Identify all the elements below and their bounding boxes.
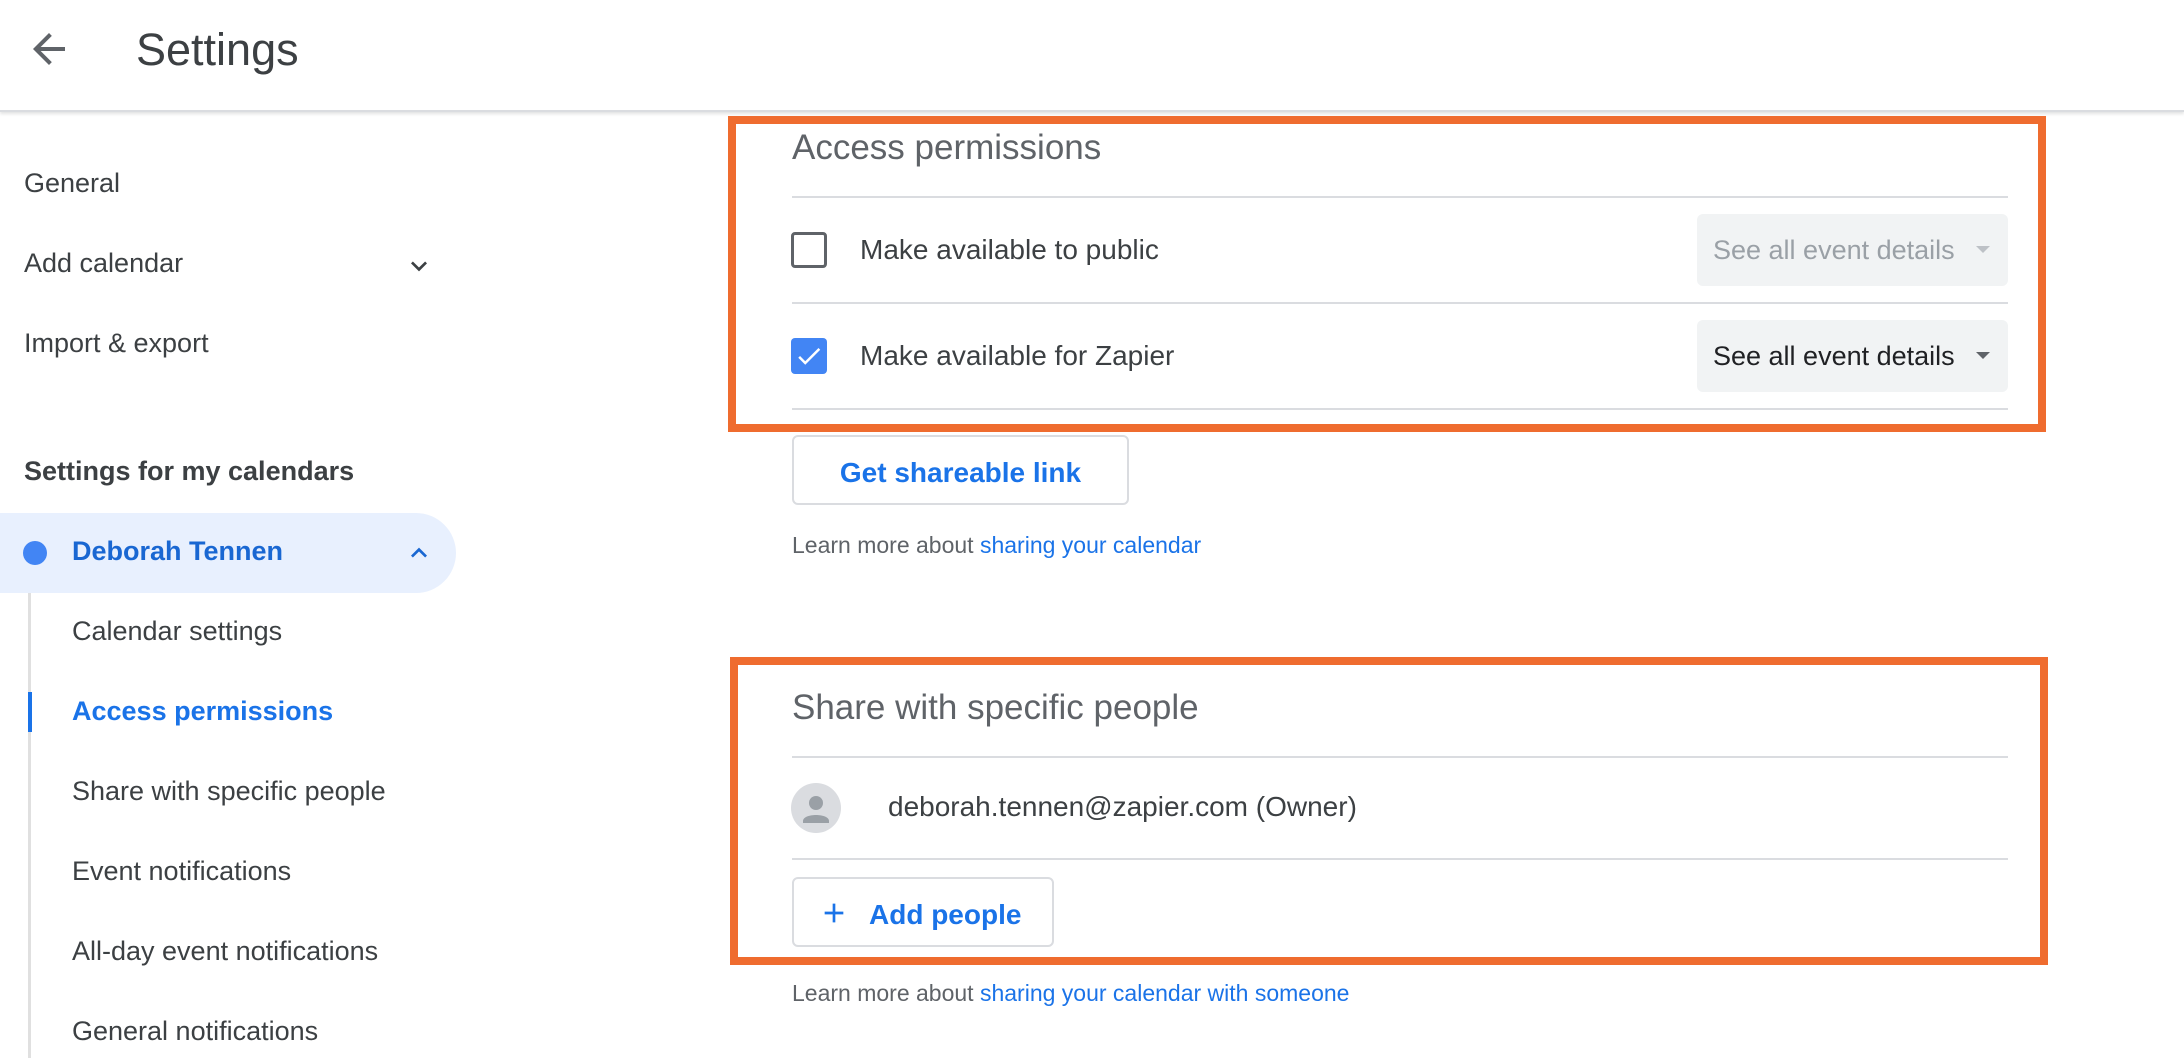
public-label: Make available to public <box>860 234 1159 265</box>
subnav-access-permissions[interactable]: Access permissions <box>72 696 333 727</box>
sidebar-item-add-calendar[interactable]: Add calendar <box>24 248 183 279</box>
divider <box>792 196 2008 198</box>
zapier-permission-value: See all event details <box>1713 341 1955 371</box>
sidebar-item-general[interactable]: General <box>24 168 120 199</box>
add-people-label: Add people <box>869 899 1022 930</box>
check-icon <box>798 347 821 365</box>
arrow-left-icon[interactable] <box>25 25 73 73</box>
access-permissions-title: Access permissions <box>792 128 1102 167</box>
owner-email: deborah.tennen@zapier.com (Owner) <box>888 791 1357 822</box>
calendar-color-dot <box>23 541 47 565</box>
chevron-up-icon[interactable] <box>403 537 435 569</box>
share-people-title: Share with specific people <box>792 688 1199 727</box>
caret-down-icon <box>1976 246 1990 253</box>
subnav-tree-line <box>28 593 31 1058</box>
sidebar-section-title: Settings for my calendars <box>24 456 355 486</box>
learn-more-prefix: Learn more about <box>792 532 974 558</box>
divider <box>792 302 2008 304</box>
avatar-silhouette <box>803 796 829 823</box>
caret-down-icon <box>1976 352 1990 359</box>
learn-more-prefix: Learn more about <box>792 980 974 1006</box>
divider <box>792 408 2008 410</box>
get-shareable-link-button[interactable]: Get shareable link <box>792 435 1129 505</box>
public-checkbox[interactable] <box>791 232 827 268</box>
subnav-general-notifications[interactable]: General notifications <box>72 1016 318 1047</box>
sharing-calendar-link[interactable]: sharing your calendar <box>980 532 1201 558</box>
divider <box>792 858 2008 860</box>
zapier-permission-select[interactable]: See all event details <box>1697 320 2008 392</box>
divider <box>792 756 2008 758</box>
subnav-all-day-event-notifications[interactable]: All-day event notifications <box>72 936 378 967</box>
public-permission-select: See all event details <box>1697 214 2008 286</box>
sidebar-item-import-export[interactable]: Import & export <box>24 328 209 359</box>
public-permission-value: See all event details <box>1713 235 1955 265</box>
plus-icon <box>824 903 844 923</box>
get-shareable-link-label: Get shareable link <box>839 457 1082 488</box>
person-icon <box>791 783 841 833</box>
zapier-label: Make available for Zapier <box>860 340 1175 371</box>
app-header: Settings <box>0 0 2184 112</box>
chevron-down-icon[interactable] <box>403 250 435 282</box>
zapier-checkbox[interactable] <box>791 338 827 374</box>
learn-more-sharing-someone: Learn more about sharing your calendar w… <box>792 980 1349 1007</box>
sharing-calendar-with-someone-link[interactable]: sharing your calendar with someone <box>980 980 1349 1006</box>
subnav-event-notifications[interactable]: Event notifications <box>72 856 291 887</box>
page-title: Settings <box>136 24 299 75</box>
subnav-calendar-settings[interactable]: Calendar settings <box>72 616 282 647</box>
subnav-active-indicator <box>28 692 32 732</box>
learn-more-sharing: Learn more about sharing your calendar <box>792 532 1201 559</box>
subnav-share-with-specific-people[interactable]: Share with specific people <box>72 776 386 807</box>
add-people-button[interactable]: Add people <box>792 877 1054 947</box>
calendar-name[interactable]: Deborah Tennen <box>72 536 283 567</box>
